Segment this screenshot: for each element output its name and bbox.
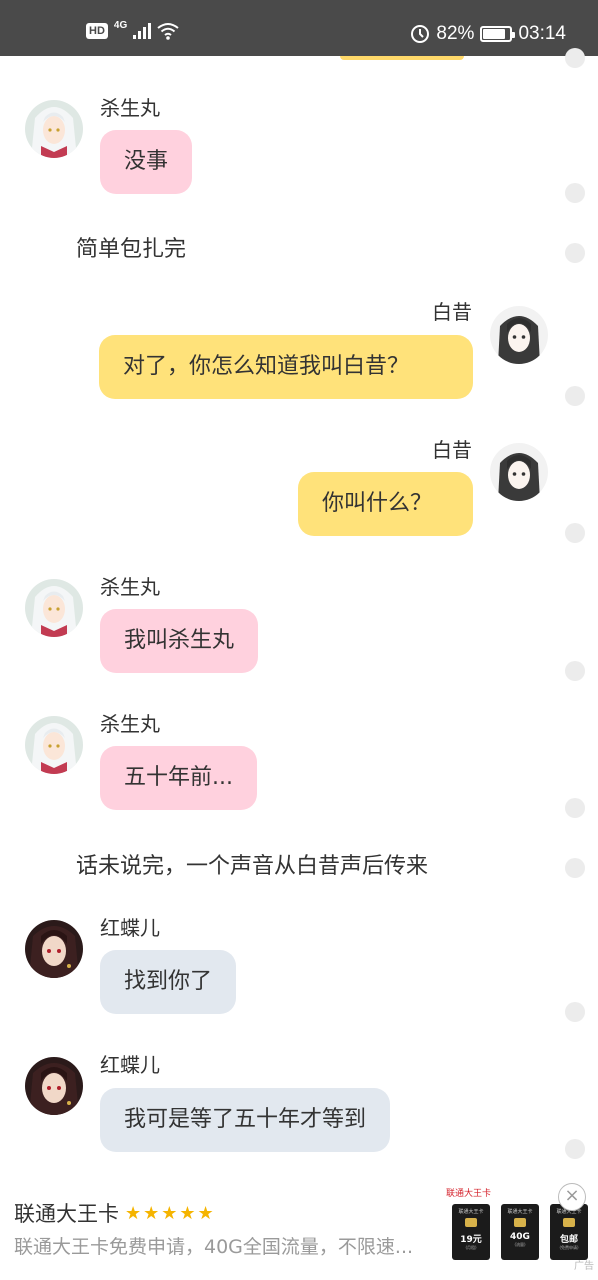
scroll-marker [565,858,585,878]
close-icon[interactable]: × [558,1183,586,1211]
card-sub: (月租) [465,1245,477,1250]
card-title: 联通大王卡 [458,1209,484,1215]
sim-card-image: 联通大王卡 19元 (月租) [452,1204,490,1260]
scroll-marker [565,798,585,818]
scroll-marker [565,243,585,263]
sender-name: 杀生丸 [100,575,160,599]
card-sub: (免费申请) [559,1245,579,1250]
ad-banner[interactable]: 联通大王卡 ★★★★★ 联通大王卡免费申请，40G全国流量，不限速... 联通大… [0,1178,598,1280]
message-bubble[interactable]: 五十年前... [100,746,257,810]
red-eyed-avatar-icon [25,920,83,978]
avatar[interactable] [490,443,548,501]
card-title: 联通大王卡 [507,1209,533,1215]
sim-card-image: 联通大王卡 40G (流量) [501,1204,539,1260]
scroll-marker [565,48,585,68]
avatar[interactable] [25,100,83,158]
card-sub: (流量) [514,1242,526,1247]
avatar[interactable] [490,306,548,364]
wifi-icon [157,23,179,40]
battery-percent: 82% [436,23,475,44]
card-value: 包邮 [559,1235,578,1245]
message-bubble[interactable]: 没事 [100,130,193,194]
network-type: 4G [113,19,128,31]
card-value: 40G [510,1232,530,1242]
scroll-marker [565,386,585,406]
silver-hair-avatar-icon [25,579,83,637]
ad-brand: 联通大王卡 [446,1189,492,1199]
narration-text: 简单包扎完 [76,237,187,262]
chip-icon [465,1218,477,1227]
scroll-marker [565,183,585,203]
scroll-marker [565,661,585,681]
silver-hair-avatar-icon [25,716,83,774]
message-bubble[interactable]: 我叫杀生丸 [100,609,259,673]
silver-hair-avatar-icon [25,100,83,158]
message-bubble[interactable]: 你叫什么？ [298,472,473,536]
avatar[interactable] [25,920,83,978]
ad-description: 联通大王卡免费申请，40G全国流量，不限速... [14,1236,414,1258]
message-bubble[interactable]: 我可是等了五十年才等到 [100,1088,391,1152]
scroll-marker [565,1002,585,1022]
star-rating-icon: ★★★★★ [125,1202,216,1224]
narration-text: 话未说完，一个声音从白昔声后传来 [76,854,429,879]
sender-name: 杀生丸 [100,712,160,736]
sim-card-image: 联通大王卡 包邮 (免费申请) [550,1204,588,1260]
signal-icon [133,23,152,39]
sender-name: 杀生丸 [100,96,160,120]
dark-hair-avatar-icon [490,443,548,501]
red-eyed-avatar-icon [25,1057,83,1115]
chip-icon [563,1218,575,1227]
status-bar: HD 4G 82% 03:14 [0,0,598,56]
avatar[interactable] [25,1057,83,1115]
scroll-marker [565,1139,585,1159]
ad-tag: 广告 [574,1261,594,1272]
ad-image[interactable]: 联通大王卡 联通大王卡 19元 (月租) 联通大王卡 40G (流量) 联通大王… [440,1182,598,1278]
sender-name: 红蝶儿 [100,1053,160,1077]
card-value: 19元 [460,1235,482,1245]
clock: 03:14 [518,23,566,44]
dark-hair-avatar-icon [490,306,548,364]
ad-title: 联通大王卡 [14,1202,119,1226]
data-saver-icon [411,25,430,43]
avatar[interactable] [25,579,83,637]
battery-icon [480,26,516,42]
message-bubble[interactable]: 对了，你怎么知道我叫白昔？ [99,335,473,399]
scroll-marker [565,523,585,543]
previous-bubble-edge [340,56,464,60]
message-bubble[interactable]: 找到你了 [100,950,237,1014]
sender-name: 白昔 [432,300,472,324]
hd-badge: HD [86,23,108,39]
avatar[interactable] [25,716,83,774]
ad-title-row: 联通大王卡 ★★★★★ [14,1198,216,1228]
sender-name: 红蝶儿 [100,916,160,940]
sender-name: 白昔 [432,438,472,462]
chip-icon [514,1218,526,1227]
